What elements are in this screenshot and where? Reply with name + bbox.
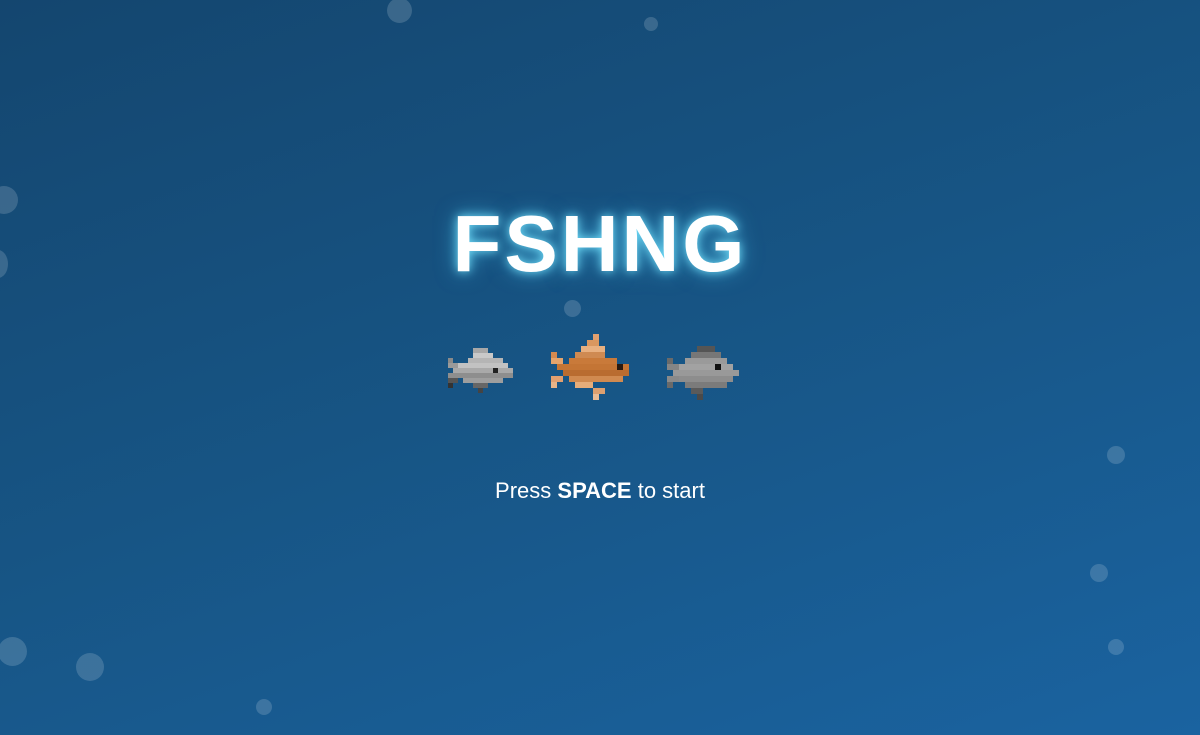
bubble (1108, 639, 1124, 655)
bubble (564, 300, 581, 317)
bubble (1090, 564, 1108, 582)
orange-fish-icon (551, 334, 635, 406)
prompt-text-before: Press (495, 478, 552, 503)
bubble (0, 637, 27, 666)
bubble (387, 0, 412, 23)
prompt-text-after: to start (637, 478, 705, 503)
bubble (644, 17, 658, 31)
space-key-label: SPACE (557, 478, 632, 503)
start-prompt: Press SPACE to start (0, 478, 1200, 504)
game-title: FSHNG (452, 199, 748, 288)
fish-lineup (0, 334, 1200, 409)
title-screen[interactable]: FSHNG Press SPACE to start (0, 0, 1200, 735)
bubble (256, 699, 272, 715)
dark-grey-fish-icon (667, 346, 739, 400)
bubble (1107, 446, 1125, 464)
bubble (76, 653, 104, 681)
grey-fish-icon (448, 348, 518, 398)
